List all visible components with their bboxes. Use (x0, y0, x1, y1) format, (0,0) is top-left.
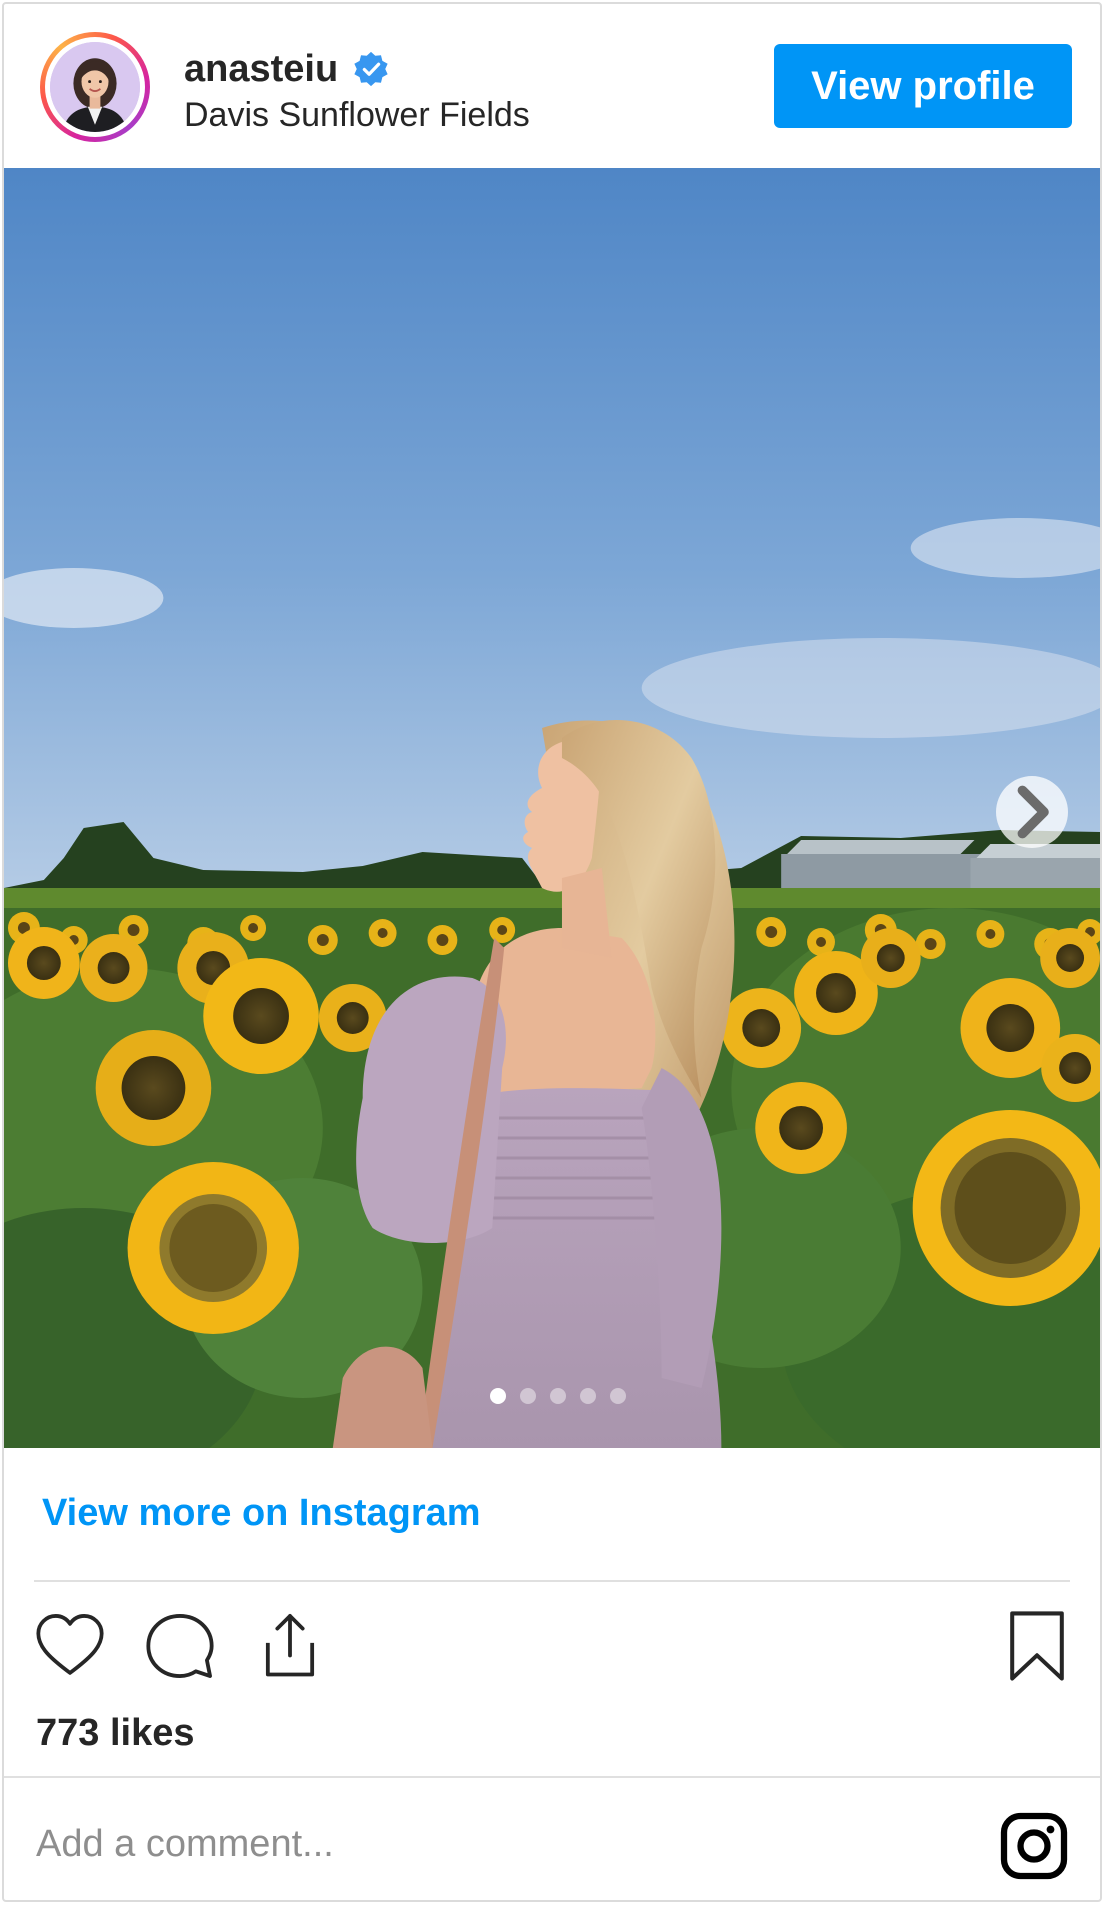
bookmark-icon[interactable] (1006, 1608, 1068, 1684)
username-row: anasteiu (184, 46, 390, 92)
sunflower-field-photo (4, 168, 1100, 1448)
carousel-dots (10, 1388, 1100, 1404)
carousel-dot-4[interactable] (580, 1388, 596, 1404)
share-icon[interactable] (252, 1608, 328, 1684)
action-bar (32, 1606, 328, 1686)
instagram-logo-icon[interactable] (998, 1810, 1070, 1882)
heart-icon[interactable] (32, 1608, 108, 1684)
carousel-dot-1[interactable] (490, 1388, 506, 1404)
post-header: anasteiu Davis Sunflower Fields View pro… (4, 4, 1100, 168)
instagram-embed: anasteiu Davis Sunflower Fields View pro… (2, 2, 1102, 1902)
next-slide-button[interactable] (996, 776, 1068, 848)
divider (4, 1776, 1100, 1778)
avatar-portrait (50, 42, 140, 132)
carousel-dot-5[interactable] (610, 1388, 626, 1404)
post-image[interactable] (4, 168, 1100, 1448)
likes-count[interactable]: 773 likes (36, 1712, 194, 1755)
avatar-image (50, 42, 140, 132)
location-label[interactable]: Davis Sunflower Fields (184, 96, 530, 135)
divider (34, 1580, 1070, 1582)
verified-badge-icon (354, 51, 388, 87)
comment-input[interactable] (36, 1810, 936, 1878)
chevron-right-icon (1017, 785, 1049, 839)
view-more-link[interactable]: View more on Instagram (42, 1492, 481, 1535)
avatar[interactable] (40, 32, 150, 142)
username[interactable]: anasteiu (184, 48, 338, 91)
carousel-dot-2[interactable] (520, 1388, 536, 1404)
comment-icon[interactable] (142, 1608, 218, 1684)
carousel-dot-3[interactable] (550, 1388, 566, 1404)
view-profile-button[interactable]: View profile (774, 44, 1072, 128)
